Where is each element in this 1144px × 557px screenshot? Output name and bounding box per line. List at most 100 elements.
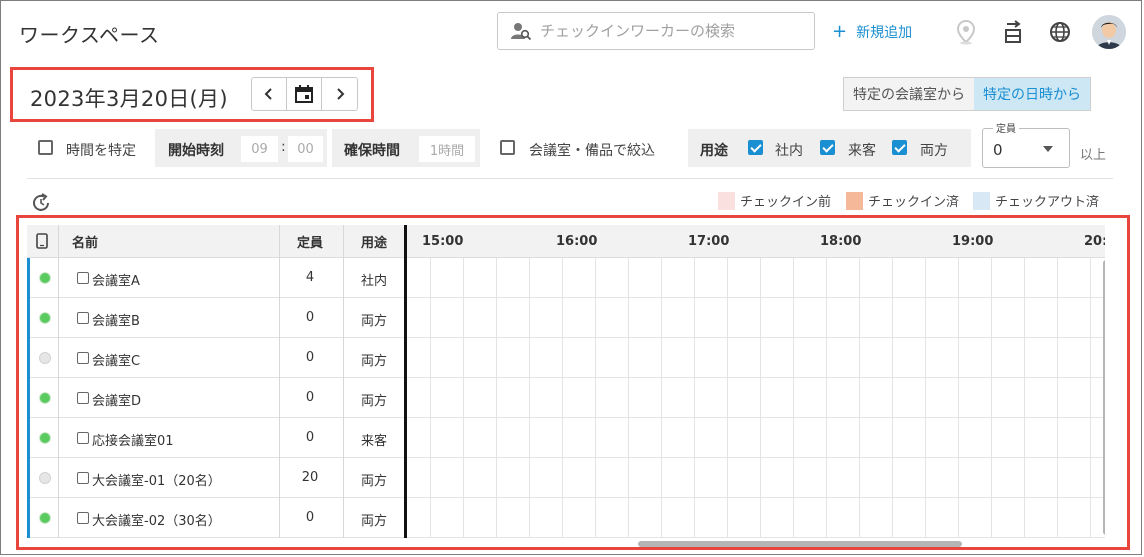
view-mode-toggle: 特定の会議室から 特定の日時から <box>843 77 1091 111</box>
narrow-by-equipment-checkbox[interactable] <box>500 140 515 155</box>
timeline-divider <box>404 225 407 538</box>
status-dot-icon <box>40 473 50 483</box>
row-accent-bar <box>27 338 30 378</box>
quarter-gridline <box>562 258 563 538</box>
refresh-icon[interactable] <box>30 192 52 214</box>
room-name: 会議室A <box>92 274 140 289</box>
duration-label: 確保時間 <box>344 143 400 159</box>
col-header-purpose: 用途 <box>360 235 387 251</box>
table-row[interactable]: 大会議室-02（30名） 0 両方 <box>27 498 405 538</box>
capacity-select[interactable]: 定員 0 <box>982 120 1070 168</box>
room-name: 会議室C <box>92 354 141 369</box>
legend-label-checked-out: チェックアウト済 <box>995 195 1100 210</box>
legend-checked-in: チェックイン済 <box>846 191 959 210</box>
caret-down-icon <box>1043 146 1053 152</box>
horizontal-scrollbar[interactable] <box>638 541 962 547</box>
room-purpose: 両方 <box>360 394 387 409</box>
legend-swatch-checked-in <box>846 191 863 210</box>
time-label: 16:00 <box>556 233 598 249</box>
legend-label-checked-in: チェックイン済 <box>868 195 960 210</box>
timeline-row-line <box>407 417 1105 418</box>
room-purpose: 両方 <box>360 474 387 489</box>
legend-swatch-before <box>718 191 735 210</box>
row-checkbox[interactable] <box>77 312 89 324</box>
capacity-suffix: 以上 <box>1080 148 1107 163</box>
time-label: 18:00 <box>820 233 862 249</box>
room-schedule-table: 名前 定員 用途 会議室A 4 社内 会議室B 0 両方 会議室C 0 両方 会議室D 0 両方 応接会… <box>27 225 1105 538</box>
row-accent-bar <box>27 258 30 298</box>
row-checkbox[interactable] <box>77 512 89 524</box>
row-checkbox[interactable] <box>77 392 89 404</box>
purpose-internal-label: 社内 <box>775 143 803 159</box>
next-day-button[interactable] <box>322 78 357 110</box>
col-header-capacity: 定員 <box>296 235 323 251</box>
top-header: ワークスペース + 新規追加 <box>0 0 1144 65</box>
room-capacity: 0 <box>305 430 315 445</box>
table-row[interactable]: 大会議室-01（20名） 20 両方 <box>27 458 405 498</box>
time-separator: : <box>281 139 286 155</box>
purpose-both-label: 両方 <box>920 143 948 159</box>
table-row[interactable]: 会議室D 0 両方 <box>27 378 405 418</box>
start-hour-input[interactable]: 09 <box>241 136 278 162</box>
chevron-right-icon <box>336 88 344 100</box>
purpose-both-checkbox[interactable] <box>892 140 907 155</box>
add-new-button[interactable]: + 新規追加 <box>832 22 912 42</box>
room-capacity: 0 <box>305 510 315 525</box>
vertical-scrollbar[interactable] <box>1103 260 1105 535</box>
purpose-guest-checkbox[interactable] <box>820 140 835 155</box>
timeline-row-line <box>407 337 1105 338</box>
timeline-row-line <box>407 497 1105 498</box>
quarter-gridline <box>1090 258 1091 538</box>
table-row[interactable]: 応接会議室01 0 来客 <box>27 418 405 458</box>
person-search-icon <box>511 23 532 41</box>
current-date: 2023年3月20日(月) <box>30 87 228 111</box>
row-checkbox[interactable] <box>77 472 89 484</box>
user-avatar[interactable] <box>1092 15 1126 49</box>
room-name: 応接会議室01 <box>92 434 174 449</box>
legend-label-before: チェックイン前 <box>740 195 832 210</box>
by-time-tab[interactable]: 特定の日時から <box>974 78 1090 110</box>
start-minute-input[interactable]: 00 <box>288 136 323 162</box>
table-row[interactable]: 会議室A 4 社内 <box>27 258 405 298</box>
quarter-gridline <box>1024 258 1025 538</box>
avatar-portrait-icon <box>1092 15 1126 49</box>
row-checkbox[interactable] <box>77 352 89 364</box>
quarter-gridline <box>694 258 695 538</box>
quarter-gridline <box>463 258 464 538</box>
table-row[interactable]: 会議室C 0 両方 <box>27 338 405 378</box>
quarter-gridline <box>595 258 596 538</box>
quarter-gridline <box>661 258 662 538</box>
row-checkbox[interactable] <box>77 272 89 284</box>
quarter-gridline <box>760 258 761 538</box>
row-checkbox[interactable] <box>77 432 89 444</box>
time-label: 20:00 <box>1084 233 1105 249</box>
worker-search[interactable] <box>497 12 815 50</box>
purpose-internal-checkbox[interactable] <box>748 140 763 155</box>
narrow-by-equipment-label: 会議室・備品で絞込 <box>529 143 655 159</box>
timeline-row-line <box>407 377 1105 378</box>
column-separator <box>343 225 344 538</box>
transfer-icon[interactable] <box>1000 18 1026 46</box>
prev-day-button[interactable] <box>252 78 287 110</box>
quarter-gridline <box>1057 258 1058 538</box>
table-row[interactable]: 会議室B 0 両方 <box>27 298 405 338</box>
calendar-button[interactable] <box>287 78 322 110</box>
col-header-name: 名前 <box>72 235 99 251</box>
duration-input[interactable]: 1時間 <box>419 136 475 162</box>
status-dot-icon <box>40 513 50 523</box>
room-capacity: 20 <box>301 470 319 485</box>
legend-checked-out: チェックアウト済 <box>973 191 1099 210</box>
location-pin-icon[interactable] <box>953 18 979 46</box>
specify-time-checkbox[interactable] <box>38 140 53 155</box>
filter-bar: 時間を特定 開始時刻 09 : 00 確保時間 1時間 会議室・備品で絞込 用途… <box>0 120 1144 170</box>
quarter-gridline <box>430 258 431 538</box>
time-label: 15:00 <box>422 233 464 249</box>
search-input[interactable] <box>538 21 802 41</box>
room-capacity: 0 <box>305 350 315 365</box>
purpose-guest-label: 来客 <box>848 143 876 159</box>
status-dot-icon <box>40 433 50 443</box>
globe-icon[interactable] <box>1047 18 1073 46</box>
room-capacity: 0 <box>305 310 315 325</box>
timeline-row-line <box>407 457 1105 458</box>
by-room-tab[interactable]: 特定の会議室から <box>844 78 974 110</box>
